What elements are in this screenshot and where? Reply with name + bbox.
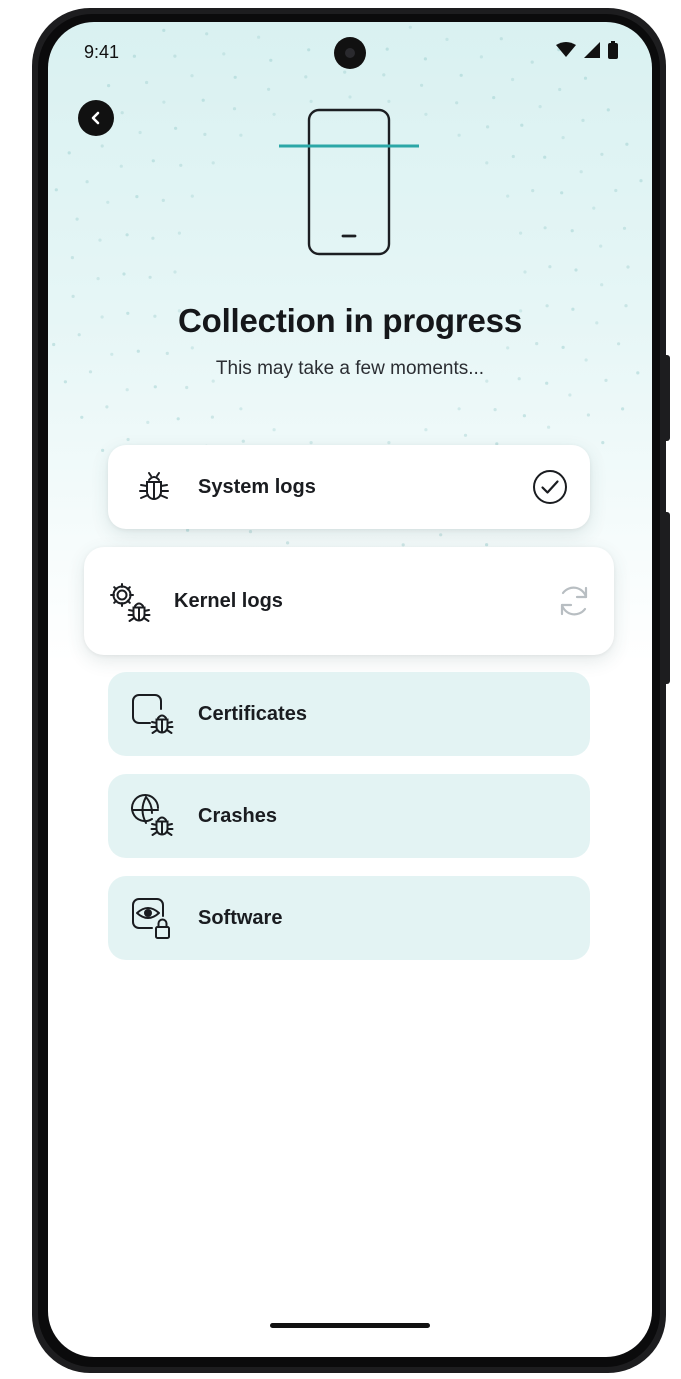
status-time: 9:41 <box>84 42 120 62</box>
item-label: System logs <box>198 475 316 498</box>
page-title: Collection in progress <box>178 302 522 339</box>
sync-icon <box>556 583 592 619</box>
gear-bug-icon <box>108 581 154 623</box>
page-subtitle: This may take a few moments... <box>215 358 485 379</box>
eye-lock-icon <box>130 896 176 942</box>
screen: 9:41 Collection in progress This may tak… <box>48 22 652 1357</box>
chevron-left-icon <box>91 111 100 125</box>
wifi-icon <box>556 42 576 57</box>
collection-item-system-logs: System logs <box>108 445 590 529</box>
phone-scan-icon <box>279 108 419 256</box>
status-icons <box>556 40 618 60</box>
item-label: Certificates <box>198 702 307 725</box>
status-bar: 9:41 <box>48 22 652 82</box>
front-camera <box>334 37 366 69</box>
collection-item-kernel-logs: Kernel logs <box>84 547 614 655</box>
item-label: Kernel logs <box>174 589 283 612</box>
power-button <box>664 355 670 441</box>
certificate-bug-icon <box>130 692 176 736</box>
cellular-signal-icon <box>584 42 600 58</box>
check-circle-icon <box>532 469 568 505</box>
bug-icon <box>136 470 172 506</box>
volume-button <box>664 512 670 684</box>
item-label: Crashes <box>198 804 277 827</box>
battery-icon <box>608 41 618 59</box>
globe-bug-icon <box>130 794 176 838</box>
collection-item-certificates: Certificates <box>108 672 590 756</box>
collection-item-crashes: Crashes <box>108 774 590 858</box>
item-label: Software <box>198 906 283 929</box>
back-button[interactable] <box>78 100 114 136</box>
home-indicator[interactable] <box>270 1323 430 1328</box>
collection-item-software: Software <box>108 876 590 960</box>
